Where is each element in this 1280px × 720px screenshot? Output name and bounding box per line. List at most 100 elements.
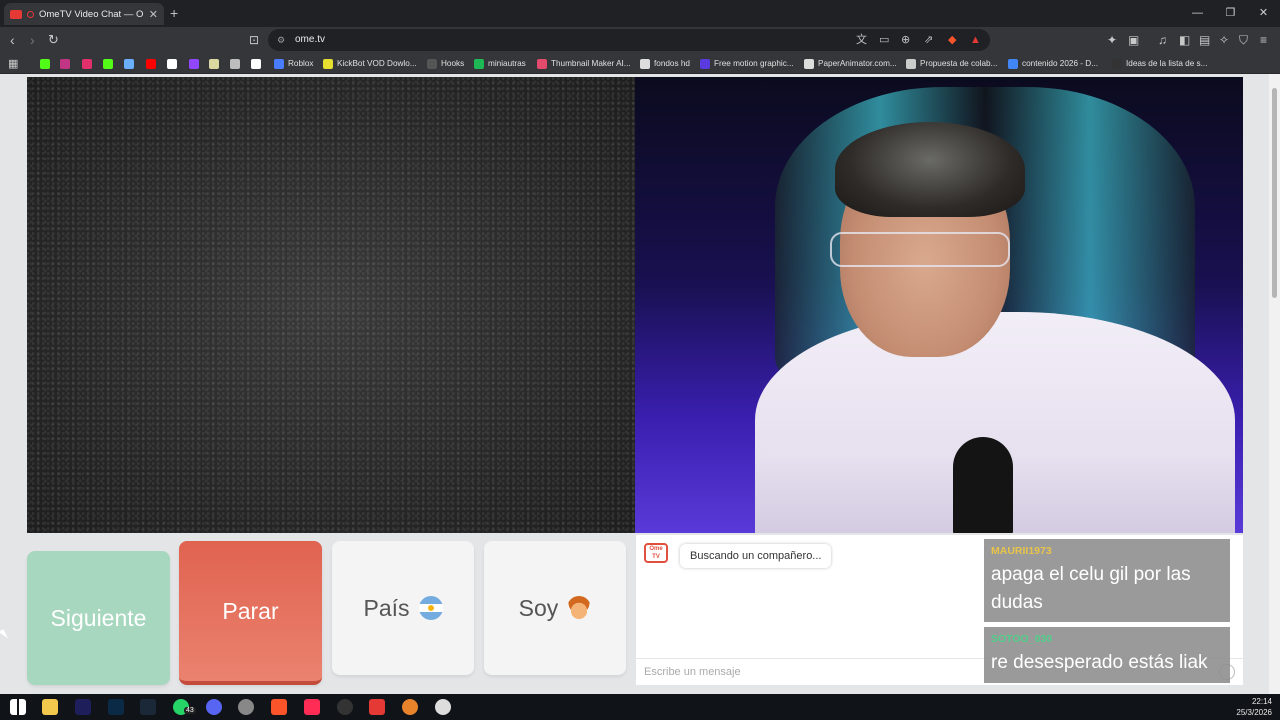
bookmark-label: contenido 2026 - D... xyxy=(1022,59,1099,68)
bookmark-favicon-icon xyxy=(40,58,50,69)
steam-icon[interactable] xyxy=(140,699,156,715)
partner-video-static xyxy=(27,77,635,533)
scrollbar-thumb[interactable] xyxy=(1272,88,1277,298)
stop-button[interactable]: Parar xyxy=(179,541,322,685)
bookmark-item[interactable]: Propuesta de colab... xyxy=(906,53,997,74)
bookmark-page-icon[interactable]: ⊡ xyxy=(249,27,259,53)
system-clock[interactable]: 22:14 25/3/2026 xyxy=(1236,696,1272,718)
new-tab-button[interactable]: + xyxy=(170,5,178,21)
bookmark-item[interactable]: fondos hd xyxy=(640,53,690,74)
next-button[interactable]: Siguiente xyxy=(27,551,170,685)
bookmark-item[interactable]: KickBot VOD Dowlo... xyxy=(323,53,417,74)
bookmark-item[interactable]: Thumbnail Maker AI... xyxy=(537,53,631,74)
photoshop-icon[interactable] xyxy=(108,699,124,715)
person-hair xyxy=(835,122,1025,217)
media-icon[interactable]: ♫ xyxy=(1158,27,1167,53)
discord-icon[interactable] xyxy=(206,699,222,715)
obs-icon[interactable] xyxy=(238,699,254,715)
bookmark-favicon-icon xyxy=(1112,58,1122,69)
wallet-icon[interactable]: ▣ xyxy=(1128,27,1139,53)
menu-icon[interactable]: ≡ xyxy=(1260,27,1267,53)
start-icon[interactable] xyxy=(10,699,26,715)
bookmark-favicon-icon xyxy=(804,58,814,69)
gender-label: Soy xyxy=(518,594,559,621)
bookmark-favicon-icon xyxy=(700,58,710,69)
file-explorer-icon[interactable] xyxy=(42,699,58,715)
close-window-button[interactable]: ✕ xyxy=(1247,0,1280,27)
microphone xyxy=(953,437,1013,533)
reload-icon[interactable]: ↻ xyxy=(48,27,59,53)
vpn-icon[interactable]: ⛉ xyxy=(1239,27,1248,53)
bookmark-item[interactable] xyxy=(209,53,219,74)
bookmark-favicon-icon xyxy=(323,58,333,69)
bookmark-item[interactable]: miniautras xyxy=(474,53,526,74)
bookmark-item[interactable] xyxy=(40,53,50,74)
bookmark-label: Roblox xyxy=(288,59,314,68)
bookmark-item[interactable] xyxy=(103,53,113,74)
address-bar[interactable]: ⚙ ome.tv 文 ▭ ⊕ ⇗ ◆ ▲ xyxy=(268,29,990,51)
share-icon[interactable]: ⇗ xyxy=(924,29,933,51)
bookmark-item[interactable] xyxy=(251,53,261,74)
bookmark-label: Free motion graphic... xyxy=(714,59,794,68)
glasses xyxy=(830,232,1010,267)
bookmark-label: fondos hd xyxy=(654,59,690,68)
wallet-button-icon[interactable]: ▤ xyxy=(1199,27,1210,53)
bookmark-item[interactable]: Ideas de la lista de s... xyxy=(1112,53,1207,74)
site-settings-icon[interactable]: ⚙ xyxy=(277,29,285,51)
bookmark-item[interactable]: Free motion graphic... xyxy=(700,53,794,74)
bookmark-item[interactable] xyxy=(82,53,92,74)
bookmark-favicon-icon xyxy=(230,58,240,69)
minimize-button[interactable]: — xyxy=(1181,0,1214,27)
bookmark-item[interactable]: Hooks xyxy=(427,53,464,74)
bookmark-favicon-icon xyxy=(124,58,134,69)
bookmark-label: miniautras xyxy=(488,59,526,68)
clock-time: 22:14 xyxy=(1251,697,1272,706)
tab-ometv[interactable]: OmeTV Video Chat — Omeg ✕ xyxy=(4,3,164,25)
app-white-icon[interactable] xyxy=(435,699,451,715)
translate-icon[interactable]: 文 xyxy=(856,29,867,51)
sidebar-icon[interactable]: ◧ xyxy=(1179,27,1190,53)
bookmark-item[interactable] xyxy=(124,53,134,74)
bookmark-favicon-icon xyxy=(60,58,70,69)
app-red-icon[interactable] xyxy=(369,699,385,715)
forward-icon[interactable]: › xyxy=(30,27,35,53)
tiktok-icon[interactable] xyxy=(304,699,320,715)
apps-grid-icon[interactable]: ▦ xyxy=(8,53,18,74)
chat-text: apaga el celu gil por las dudas xyxy=(991,564,1191,613)
bookmark-item[interactable]: contenido 2026 - D... xyxy=(1008,53,1098,74)
bookmark-label: KickBot VOD Dowlo... xyxy=(337,59,417,68)
bookmark-item[interactable] xyxy=(167,53,177,74)
back-icon[interactable]: ‹ xyxy=(10,27,15,53)
extensions-icon[interactable]: ✦ xyxy=(1107,27,1117,53)
premiere-icon[interactable] xyxy=(75,699,91,715)
bookmark-label: Propuesta de colab... xyxy=(920,59,998,68)
bookmarks-bar: ▦ Roblox KickBot VOD Dowlo... Hooks miniaut… xyxy=(0,53,1280,74)
zoom-icon[interactable]: ⊕ xyxy=(901,29,910,51)
bookmark-favicon-icon xyxy=(906,58,916,69)
bookmark-item[interactable] xyxy=(189,53,199,74)
brave-rewards-icon[interactable]: ▲ xyxy=(970,29,981,51)
brave-icon[interactable] xyxy=(271,699,287,715)
bookmark-favicon-icon xyxy=(103,58,113,69)
bookmark-item[interactable]: Roblox xyxy=(274,53,314,74)
boy-emoji-icon xyxy=(567,596,592,620)
brave-shields-icon[interactable]: ◆ xyxy=(948,29,956,51)
country-label: País xyxy=(363,594,410,621)
bookmark-item[interactable] xyxy=(146,53,156,74)
clock-app-icon[interactable] xyxy=(337,699,353,715)
bookmark-item[interactable] xyxy=(60,53,70,74)
app-orange-icon[interactable] xyxy=(402,699,418,715)
bookmark-label: Hooks xyxy=(441,59,465,68)
close-tab-icon[interactable]: ✕ xyxy=(149,8,158,21)
page-scrollbar[interactable] xyxy=(1269,74,1280,694)
gender-button[interactable]: Soy xyxy=(484,541,626,675)
bookmark-item[interactable]: PaperAnimator.com... xyxy=(804,53,897,74)
bookmark-item[interactable] xyxy=(230,53,240,74)
leo-ai-icon[interactable]: ✧ xyxy=(1219,27,1229,53)
argentina-flag-icon xyxy=(418,596,443,620)
bookmark-favicon-icon xyxy=(537,58,547,69)
cast-icon[interactable]: ▭ xyxy=(879,29,889,51)
restore-button[interactable]: ❐ xyxy=(1214,0,1247,27)
country-button[interactable]: País xyxy=(332,541,474,675)
windows-taskbar: 43 22:14 25/3/2026 xyxy=(0,694,1280,720)
